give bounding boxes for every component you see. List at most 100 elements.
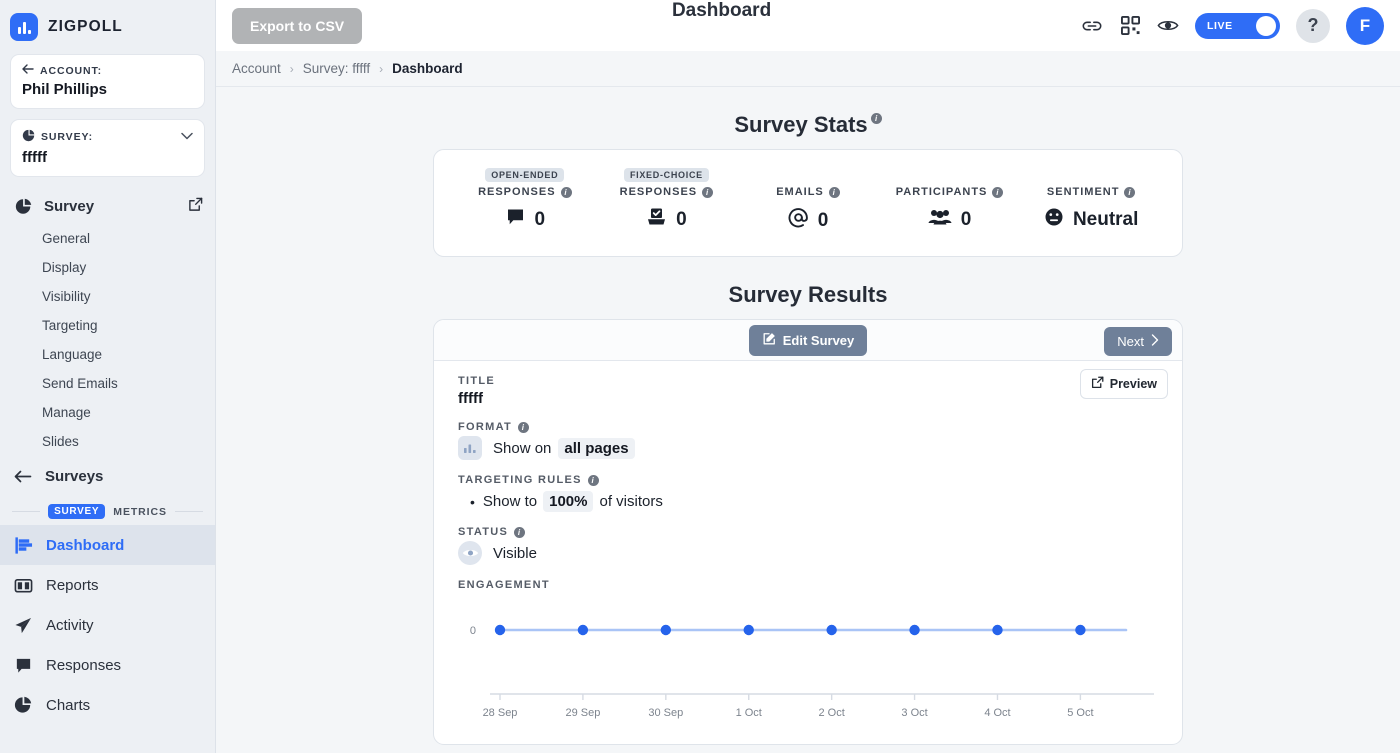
stat-value-row: 0: [788, 207, 829, 234]
stat-emails: EMAILS i 0: [737, 168, 879, 234]
brand[interactable]: ZIGPOLL: [0, 0, 215, 54]
live-toggle[interactable]: LIVE: [1195, 13, 1280, 39]
engagement-field-label-text: ENGAGEMENT: [458, 579, 550, 591]
eye-icon: [458, 541, 482, 565]
stat-value: 0: [676, 209, 687, 231]
sidebar-item-charts-label: Charts: [46, 697, 90, 714]
next-button[interactable]: Next: [1104, 327, 1172, 356]
edit-survey-button[interactable]: Edit Survey: [749, 325, 868, 356]
pie-chart-icon: [13, 695, 33, 715]
stat-value: Neutral: [1073, 209, 1138, 231]
svg-text:4 Oct: 4 Oct: [984, 707, 1010, 719]
bar-chart-icon: [458, 436, 482, 460]
sidebar-item-reports[interactable]: Reports: [0, 565, 215, 605]
sidebar-item-activity[interactable]: Activity: [0, 605, 215, 645]
stat-open-ended-responses: OPEN-ENDED RESPONSES i 0: [454, 168, 596, 234]
format-chip: all pages: [558, 438, 634, 459]
sidebar-item-surveys-label: Surveys: [45, 468, 103, 485]
link-icon[interactable]: [1081, 15, 1103, 37]
sidebar-item-reports-label: Reports: [46, 577, 99, 594]
sidebar-item-dashboard[interactable]: Dashboard: [0, 525, 215, 565]
svg-text:0: 0: [470, 625, 476, 637]
export-csv-button[interactable]: Export to CSV: [232, 8, 362, 44]
stat-value-row: Neutral: [1044, 207, 1138, 233]
status-field-text: Visible: [493, 545, 537, 562]
edit-survey-label: Edit Survey: [783, 333, 855, 348]
chevron-right-icon: [1151, 334, 1159, 349]
stat-label: RESPONSES i: [620, 186, 713, 198]
stat-value-row: 0: [928, 207, 972, 232]
status-field-row: Visible: [458, 541, 1158, 565]
info-icon[interactable]: i: [588, 475, 599, 486]
info-icon[interactable]: i: [829, 187, 840, 198]
metrics-divider-label: METRICS: [113, 506, 167, 518]
eye-icon[interactable]: [1157, 15, 1179, 37]
stat-value: 0: [818, 210, 829, 232]
topbar: Export to CSV Dashboard LIVE ?: [216, 0, 1400, 51]
info-icon[interactable]: i: [561, 187, 572, 198]
info-icon[interactable]: i: [702, 187, 713, 198]
stat-label-text: PARTICIPANTS: [896, 186, 988, 198]
format-field-text: Show on all pages: [493, 438, 635, 459]
survey-results-heading: Survey Results: [216, 282, 1400, 308]
survey-results-card: Edit Survey Next Preview: [433, 319, 1183, 745]
preview-button[interactable]: Preview: [1080, 369, 1168, 399]
sidebar-item-survey[interactable]: Survey: [0, 188, 215, 224]
targeting-rule-item: • Show to 100% of visitors: [458, 491, 1158, 512]
targeting-rule-prefix: Show to: [483, 493, 537, 510]
paper-plane-icon: [13, 615, 33, 635]
breadcrumb-item-survey[interactable]: Survey: fffff: [303, 61, 370, 76]
account-card-header: ACCOUNT:: [22, 64, 193, 77]
sidebar-item-general[interactable]: General: [0, 224, 215, 253]
sidebar-item-dashboard-label: Dashboard: [46, 537, 124, 554]
account-card[interactable]: ACCOUNT: Phil Phillips: [10, 54, 205, 109]
info-icon[interactable]: i: [1124, 187, 1135, 198]
title-field-label-text: TITLE: [458, 375, 495, 387]
engagement-chart-svg: 028 Sep29 Sep30 Sep1 Oct2 Oct3 Oct4 Oct5…: [458, 604, 1160, 734]
info-icon[interactable]: i: [518, 422, 529, 433]
info-icon[interactable]: i: [871, 113, 882, 124]
sidebar-item-slides[interactable]: Slides: [0, 427, 215, 456]
stat-label: EMAILS i: [776, 186, 840, 198]
sidebar-item-surveys[interactable]: Surveys: [0, 456, 215, 496]
preview-label: Preview: [1110, 377, 1157, 391]
survey-results-toolbar: Edit Survey Next: [434, 320, 1182, 361]
info-icon[interactable]: i: [992, 187, 1003, 198]
stat-value-row: 0: [646, 207, 687, 233]
stat-label: RESPONSES i: [478, 186, 571, 198]
chevron-down-icon[interactable]: [181, 132, 193, 143]
breadcrumb: Account › Survey: fffff › Dashboard: [216, 51, 1400, 87]
engagement-chart[interactable]: 028 Sep29 Sep30 Sep1 Oct2 Oct3 Oct4 Oct5…: [458, 604, 1158, 744]
pie-chart-icon: [22, 129, 35, 145]
main-area: Export to CSV Dashboard LIVE ?: [216, 0, 1400, 753]
stat-label-text: EMAILS: [776, 186, 824, 198]
sidebar-item-display[interactable]: Display: [0, 253, 215, 282]
stat-tag: OPEN-ENDED: [485, 168, 564, 182]
sidebar-item-language[interactable]: Language: [0, 340, 215, 369]
survey-stats-heading: Survey Stats i: [216, 112, 1400, 138]
external-link-icon[interactable]: [188, 197, 203, 216]
pie-chart-icon: [13, 196, 33, 216]
qr-code-icon[interactable]: [1119, 15, 1141, 37]
arrow-left-icon: [22, 64, 34, 77]
targeting-rule-suffix: of visitors: [599, 493, 662, 510]
status-field-label-text: STATUS: [458, 526, 508, 538]
sidebar-item-visibility[interactable]: Visibility: [0, 282, 215, 311]
sidebar-item-send-emails[interactable]: Send Emails: [0, 369, 215, 398]
info-icon[interactable]: i: [514, 527, 525, 538]
topbar-title-wrap: Dashboard: [362, 0, 1081, 51]
sidebar-item-targeting[interactable]: Targeting: [0, 311, 215, 340]
sidebar-item-manage[interactable]: Manage: [0, 398, 215, 427]
stat-label-text: RESPONSES: [620, 186, 697, 198]
sidebar-item-responses[interactable]: Responses: [0, 645, 215, 685]
avatar[interactable]: F: [1346, 7, 1384, 45]
svg-text:28 Sep: 28 Sep: [483, 707, 518, 719]
breadcrumb-item-account[interactable]: Account: [232, 61, 281, 76]
help-button[interactable]: ?: [1296, 9, 1330, 43]
targeting-rule-chip: 100%: [543, 491, 593, 512]
survey-name: fffff: [22, 149, 193, 166]
survey-selector-card[interactable]: SURVEY: fffff: [10, 119, 205, 177]
stat-label: PARTICIPANTS i: [896, 186, 1004, 198]
arrow-left-icon: [13, 466, 33, 486]
sidebar-item-charts[interactable]: Charts: [0, 685, 215, 725]
